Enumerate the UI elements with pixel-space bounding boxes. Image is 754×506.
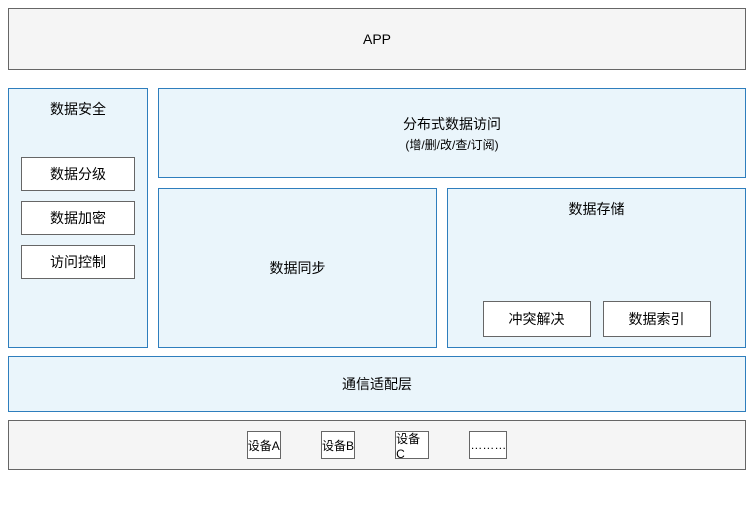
storage-item-conflict: 冲突解决	[483, 301, 591, 337]
sync-storage-row: 数据同步 数据存储 冲突解决 数据索引	[158, 188, 746, 348]
communication-layer-box: 通信适配层	[8, 356, 746, 412]
app-layer-box: APP	[8, 8, 746, 70]
data-storage-items: 冲突解决 数据索引	[458, 301, 735, 337]
data-security-box: 数据安全 数据分级 数据加密 访问控制	[8, 88, 148, 348]
device-b: 设备B	[321, 431, 355, 459]
device-a: 设备A	[247, 431, 281, 459]
data-sync-label: 数据同步	[270, 258, 326, 278]
data-security-title: 数据安全	[21, 99, 135, 119]
security-item-label: 数据加密	[50, 208, 106, 228]
security-item-label: 数据分级	[50, 164, 106, 184]
data-storage-title: 数据存储	[458, 199, 735, 219]
right-column: 分布式数据访问 (增/删/改/查/订阅) 数据同步 数据存储 冲突解决 数据索引	[158, 88, 746, 348]
device-label: 设备A	[248, 437, 280, 454]
middle-section: 数据安全 数据分级 数据加密 访问控制 分布式数据访问 (增/删/改/查/订阅)…	[8, 88, 746, 348]
security-item-encryption: 数据加密	[21, 201, 135, 235]
device-label: 设备B	[322, 437, 354, 454]
distributed-data-access-box: 分布式数据访问 (增/删/改/查/订阅)	[158, 88, 746, 178]
data-sync-box: 数据同步	[158, 188, 437, 348]
device-label: ………	[470, 438, 506, 452]
security-item-label: 访问控制	[50, 252, 106, 272]
devices-layer-box: 设备A 设备B 设备C ………	[8, 420, 746, 470]
security-item-access-control: 访问控制	[21, 245, 135, 279]
distributed-access-title: 分布式数据访问	[403, 114, 501, 134]
app-title: APP	[363, 31, 391, 47]
device-more: ………	[469, 431, 507, 459]
storage-item-index: 数据索引	[603, 301, 711, 337]
storage-item-label: 数据索引	[629, 309, 685, 329]
device-label: 设备C	[396, 430, 428, 461]
storage-item-label: 冲突解决	[509, 309, 565, 329]
devices-row: 设备A 设备B 设备C ………	[247, 431, 508, 459]
data-storage-box: 数据存储 冲突解决 数据索引	[447, 188, 746, 348]
device-c: 设备C	[395, 431, 429, 459]
security-item-classification: 数据分级	[21, 157, 135, 191]
distributed-access-subtitle: (增/删/改/查/订阅)	[405, 136, 498, 153]
communication-layer-label: 通信适配层	[342, 374, 412, 394]
data-security-items: 数据分级 数据加密 访问控制	[21, 157, 135, 279]
